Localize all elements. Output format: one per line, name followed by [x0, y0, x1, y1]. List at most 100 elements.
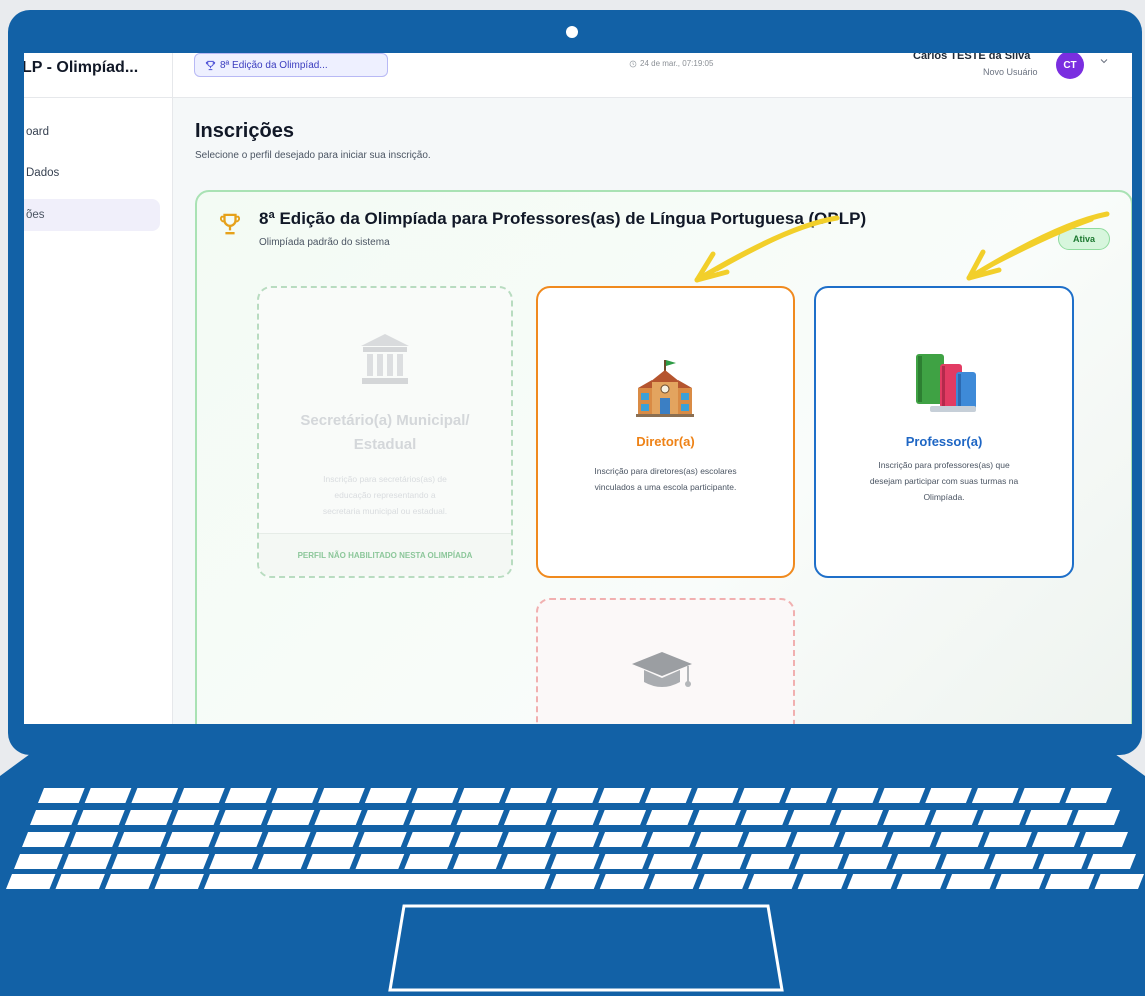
keyboard-key — [104, 874, 155, 889]
keyboard-key — [1038, 854, 1088, 869]
keyboard-key — [599, 832, 648, 847]
keyboard-key — [847, 874, 897, 889]
keyboard-key — [219, 810, 267, 825]
keyboard-key — [785, 788, 832, 803]
keyboard-key — [551, 788, 599, 803]
page-title: Inscrições — [195, 120, 294, 142]
keyboard-key — [502, 832, 551, 847]
keyboard-key — [598, 810, 647, 825]
keyboard-key — [224, 788, 272, 803]
keyboard-key — [551, 810, 599, 825]
keyboard-key — [456, 810, 504, 825]
keyboard-key — [977, 810, 1026, 825]
profile-card-secretary: Secretário(a) Municipal/ Estadual Inscri… — [257, 286, 513, 578]
keyboard-key — [6, 874, 56, 889]
keyboard-key — [696, 854, 746, 869]
bank-building-icon — [361, 334, 409, 384]
keyboard-key — [740, 810, 789, 825]
keyboard-key — [84, 788, 132, 803]
keyboard-key — [364, 788, 412, 803]
keyboard-key — [1087, 854, 1136, 869]
keyboard-key — [794, 854, 844, 869]
sidebar-item-dashboard[interactable]: oard — [24, 116, 160, 148]
profile-card-title: Professor(a) — [905, 434, 983, 449]
keyboard-key — [831, 788, 879, 803]
keyboard-key — [70, 832, 119, 847]
keyboard-key — [883, 810, 931, 825]
keyboard-key — [178, 788, 225, 803]
sidebar-item-label: Dados — [26, 167, 60, 179]
keyboard-key — [14, 854, 63, 869]
keyboard-key — [971, 788, 1019, 803]
keyboard-key — [166, 832, 215, 847]
keyboard-key — [30, 810, 78, 825]
keyboard-key — [22, 832, 71, 847]
keyboard-key — [649, 874, 699, 889]
profile-card-desc-line1: Inscrição para diretores(as) escolares — [594, 466, 737, 476]
keyboard-key — [791, 832, 840, 847]
keyboard-key — [896, 874, 947, 889]
keyboard-key — [745, 854, 795, 869]
annotation-arrow-teacher — [966, 211, 1110, 281]
keyboard-key — [925, 788, 972, 803]
trophy-icon — [205, 60, 216, 70]
sidebar-item-dados[interactable]: Dados — [24, 157, 160, 189]
user-name: Carlos TESTE da Silva — [913, 53, 1031, 62]
keyboard-key — [878, 788, 926, 803]
top-bar: 8ª Edição da Olimpíad... 24 de mar., 07:… — [173, 53, 1132, 98]
keyboard-key — [550, 874, 600, 889]
keyboard-key — [118, 832, 167, 847]
keyboard-key — [1072, 810, 1120, 825]
keyboard-key — [266, 810, 315, 825]
profile-card-desc-line3: secretaria municipal ou estadual. — [322, 506, 448, 516]
brand-title[interactable]: LP - Olimpíad... — [24, 59, 138, 77]
keyboard-key — [648, 854, 697, 869]
keyboard-key — [1094, 874, 1144, 889]
keyboard-key — [598, 788, 646, 803]
sidebar-item-label: ões — [26, 209, 45, 221]
keyboard-key — [738, 788, 786, 803]
profile-card-director[interactable]: Diretor(a) Inscrição para diretores(as) … — [536, 286, 795, 578]
sidebar: LP - Olimpíad... oard Dados ões — [24, 53, 173, 724]
keyboard-key — [892, 854, 941, 869]
trophy-icon — [220, 213, 240, 235]
keyboard-key — [550, 832, 600, 847]
profile-card-title: Diretor(a) — [636, 434, 695, 449]
keyboard-key — [501, 854, 551, 869]
page-subtitle: Selecione o perfil desejado para iniciar… — [195, 150, 431, 161]
profile-card-title-line2: Estadual — [353, 436, 417, 453]
profile-card-desc-line1: Inscrição para professores(as) que — [878, 460, 1010, 470]
keyboard-key — [257, 854, 307, 869]
keyboard-key — [62, 854, 112, 869]
user-role: Novo Usuário — [983, 67, 1038, 77]
chevron-down-icon[interactable] — [1098, 55, 1110, 67]
profile-card-teacher[interactable]: Professor(a) Inscrição para professores(… — [814, 286, 1074, 578]
clock-icon — [629, 60, 637, 67]
keyboard-key — [550, 854, 600, 869]
keyboard-key — [599, 874, 650, 889]
keyboard-key — [645, 788, 692, 803]
keyboard-key — [453, 854, 502, 869]
keyboard-key — [409, 810, 457, 825]
keyboard-key — [406, 832, 455, 847]
graduation-cap-icon — [632, 652, 692, 687]
keyboard-key — [797, 874, 848, 889]
keyboard-key — [935, 832, 984, 847]
keyboard-key — [209, 854, 258, 869]
keyboard-key — [203, 874, 551, 889]
keyboard-key — [647, 832, 696, 847]
avatar[interactable]: CT — [1056, 53, 1084, 79]
keyboard-key — [411, 788, 459, 803]
keyboard-key — [503, 810, 552, 825]
profile-card-desc-line1: Inscrição para secretários(as) de — [323, 474, 447, 484]
main-content: Inscrições Selecione o perfil desejado p… — [173, 98, 1132, 724]
keyboard-key — [1018, 788, 1066, 803]
laptop-screen: LP - Olimpíad... oard Dados ões 8ª Ediçã… — [24, 53, 1132, 724]
keyboard-key — [946, 874, 996, 889]
sidebar-item-inscricoes[interactable]: ões — [24, 199, 160, 231]
edition-selector[interactable]: 8ª Edição da Olimpíad... — [194, 53, 388, 77]
profile-card-title-line1: Secretário(a) Municipal/ — [300, 412, 470, 429]
keyboard-key — [989, 854, 1039, 869]
profile-card-desc-line2: educação representando a — [334, 490, 436, 500]
keyboard-key — [172, 810, 220, 825]
